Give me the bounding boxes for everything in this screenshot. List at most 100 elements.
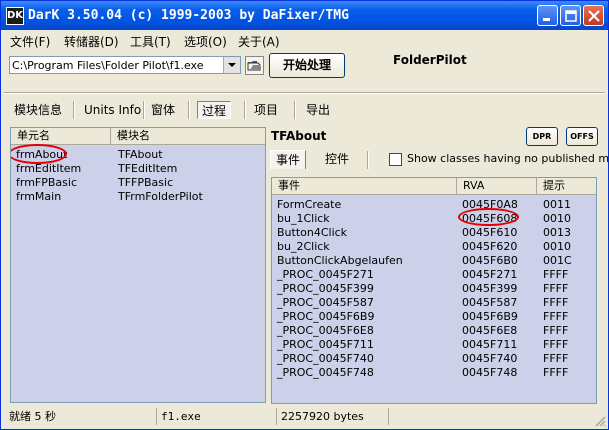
status-bar: 就绪 5 秒 f1.exe 2257920 bytes (1, 405, 608, 429)
hint-cell[interactable]: FFFF (543, 282, 568, 295)
window-title: DarK 3.50.04 (c) 1999-2003 by DaFixer/TM… (28, 8, 349, 23)
close-button[interactable] (583, 5, 604, 26)
rva-cell[interactable]: 0045F399 (462, 282, 517, 295)
column-header-module-name[interactable]: 模块名 (111, 128, 265, 145)
event-name-cell[interactable]: Button4Click (277, 226, 347, 239)
title-bar[interactable]: DK DarK 3.50.04 (c) 1999-2003 by DaFixer… (1, 1, 608, 30)
event-name-cell[interactable]: _PROC_0045F711 (277, 338, 374, 351)
event-name-cell[interactable]: _PROC_0045F6B9 (277, 310, 374, 323)
main-tabs: 模块信息 Units Info 窗体 过程 项目 导出 (4, 97, 605, 123)
tab-exports[interactable]: 导出 (302, 101, 334, 119)
rva-cell[interactable]: 0045F6B0 (462, 254, 518, 267)
rva-cell[interactable]: 0045F6B9 (462, 310, 518, 323)
column-header-hint[interactable]: 提示 (537, 178, 596, 195)
menu-dumper[interactable]: 转储器(D) (64, 33, 119, 50)
menu-file[interactable]: 文件(F) (10, 33, 50, 50)
rva-cell[interactable]: 0045F271 (462, 268, 517, 281)
chevron-down-icon[interactable] (223, 57, 240, 73)
column-header-unit-name[interactable]: 单元名 (11, 128, 111, 145)
event-name-cell[interactable]: bu_1Click (277, 212, 330, 225)
list-item-module[interactable]: TFrmFolderPilot (118, 190, 203, 203)
dpr-button[interactable]: DPR (526, 127, 558, 146)
event-name-cell[interactable]: _PROC_0045F740 (277, 352, 374, 365)
start-process-button[interactable]: 开始处理 (269, 53, 345, 78)
subtab-controls[interactable]: 控件 (320, 150, 354, 169)
event-name-cell[interactable]: _PROC_0045F587 (277, 296, 374, 309)
highlight-ring (11, 144, 67, 164)
minimize-button[interactable] (537, 5, 558, 26)
file-path-value: C:\Program Files\Folder Pilot\f1.exe (12, 59, 204, 72)
event-list[interactable]: 事件 RVA 提示 FormCreate 0045F0A8 0011 bu_1Clic… (271, 177, 597, 404)
hint-cell[interactable]: FFFF (543, 366, 568, 379)
resize-grip-icon[interactable] (594, 415, 606, 427)
event-name-cell[interactable]: ButtonClickAbgelaufen (277, 254, 403, 267)
hint-cell[interactable]: FFFF (543, 310, 568, 323)
event-name-cell[interactable]: bu_2Click (277, 240, 330, 253)
tab-divider (294, 101, 296, 119)
close-icon (588, 10, 600, 22)
event-name-cell[interactable]: FormCreate (277, 198, 341, 211)
rva-cell[interactable]: 0045F6E8 (462, 324, 517, 337)
app-window: DK DarK 3.50.04 (c) 1999-2003 by DaFixer… (0, 0, 609, 430)
open-file-button[interactable] (245, 56, 264, 75)
event-name-cell[interactable]: _PROC_0045F748 (277, 366, 374, 379)
hint-cell[interactable]: 0011 (543, 198, 571, 211)
tab-procedures[interactable]: 过程 (197, 101, 232, 119)
status-file: f1.exe (157, 408, 277, 425)
hint-cell[interactable]: FFFF (543, 338, 568, 351)
subtab-events[interactable]: 事件 (270, 150, 307, 169)
hint-cell[interactable]: FFFF (543, 296, 568, 309)
column-header-rva[interactable]: RVA (457, 178, 537, 195)
file-path-combo[interactable]: C:\Program Files\Folder Pilot\f1.exe (9, 56, 241, 74)
list-item-module[interactable]: TFAbout (118, 148, 163, 161)
list-item-unit[interactable]: frmEditItem (16, 162, 81, 175)
hint-cell[interactable]: 001C (543, 254, 572, 267)
event-name-cell[interactable]: _PROC_0045F271 (277, 268, 374, 281)
unit-list[interactable]: 单元名 模块名 frmAbout TFAbout frmEditItem TFE… (10, 127, 266, 403)
status-size: 2257920 bytes (277, 408, 389, 425)
selected-class-title: TFAbout (271, 129, 327, 143)
tab-forms[interactable]: 窗体 (147, 101, 179, 119)
column-header-event[interactable]: 事件 (272, 178, 457, 195)
menu-options[interactable]: 选项(O) (184, 33, 227, 50)
minimize-icon (543, 18, 550, 21)
status-state: 就绪 5 秒 (5, 408, 157, 425)
list-item-unit[interactable]: frmFPBasic (16, 176, 77, 189)
hint-cell[interactable]: FFFF (543, 268, 568, 281)
separator (4, 92, 605, 94)
list-item-module[interactable]: TFFPBasic (118, 176, 173, 189)
tab-divider (143, 101, 145, 119)
event-name-cell[interactable]: _PROC_0045F399 (277, 282, 374, 295)
hint-cell[interactable]: 0010 (543, 212, 571, 225)
tab-divider (73, 101, 75, 119)
rva-cell[interactable]: 0045F620 (462, 240, 517, 253)
tab-module-info[interactable]: 模块信息 (10, 101, 66, 119)
tab-divider (188, 101, 190, 119)
rva-cell[interactable]: 0045F711 (462, 338, 517, 351)
tab-project[interactable]: 项目 (250, 101, 282, 119)
hint-cell[interactable]: FFFF (543, 324, 568, 337)
tab-units-info[interactable]: Units Info (80, 101, 145, 119)
rva-cell[interactable]: 0045F748 (462, 366, 517, 379)
menu-about[interactable]: 关于(A) (238, 33, 280, 50)
rva-cell[interactable]: 0045F587 (462, 296, 517, 309)
hint-cell[interactable]: 0010 (543, 240, 571, 253)
maximize-icon (565, 10, 577, 22)
app-icon[interactable]: DK (6, 7, 24, 25)
maximize-button[interactable] (560, 5, 581, 26)
app-name-label: FolderPilot (393, 53, 467, 67)
menu-tools[interactable]: 工具(T) (130, 33, 171, 50)
hint-cell[interactable]: 0013 (543, 226, 571, 239)
show-classes-checkbox[interactable] (389, 153, 402, 166)
rva-cell[interactable]: 0045F740 (462, 352, 517, 365)
show-classes-label: Show classes having no published metho (407, 152, 609, 165)
list-item-module[interactable]: TFEditItem (118, 162, 177, 175)
list-item-unit[interactable]: frmMain (16, 190, 61, 203)
offs-button[interactable]: OFFS (566, 127, 598, 146)
tab-divider (244, 101, 246, 119)
subtab-divider (367, 151, 369, 169)
event-name-cell[interactable]: _PROC_0045F6E8 (277, 324, 374, 337)
hint-cell[interactable]: FFFF (543, 352, 568, 365)
menu-bar: 文件(F) 转储器(D) 工具(T) 选项(O) 关于(A) (1, 30, 608, 50)
rva-cell[interactable]: 0045F610 (462, 226, 517, 239)
